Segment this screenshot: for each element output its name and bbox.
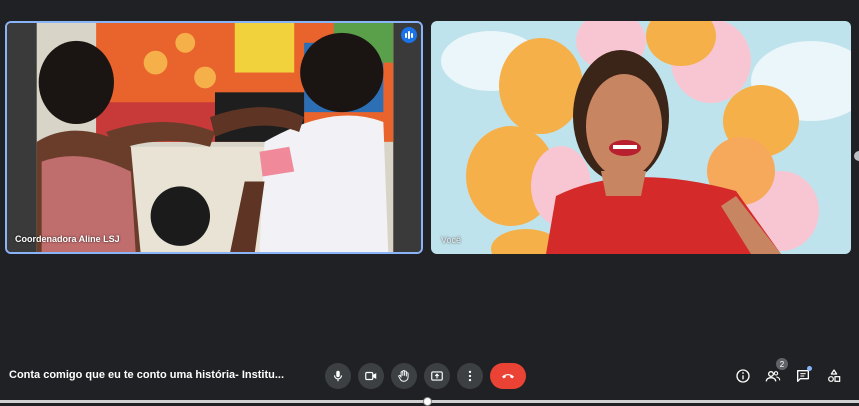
participant-tile-self[interactable]: Você: [431, 21, 851, 254]
present-screen-icon: [431, 371, 443, 381]
participant-name-label: Coordenadora Aline LSJ: [15, 234, 120, 244]
participant-name-label: Você: [441, 235, 462, 245]
people-icon: [765, 371, 781, 382]
people-count-badge: 2: [776, 358, 788, 370]
info-icon: [736, 369, 750, 383]
participant-video-coordenadora: [7, 23, 421, 252]
end-call-button[interactable]: [490, 363, 526, 389]
activities-icon: [828, 369, 841, 382]
raise-hand-icon: [398, 369, 409, 382]
camera-button[interactable]: [358, 363, 384, 389]
more-options-icon: [468, 370, 472, 382]
participant-video-self: [431, 21, 851, 254]
bottom-control-bar: Conta comigo que eu te conto uma históri…: [0, 352, 859, 400]
meeting-title: Conta comigo que eu te conto uma históri…: [9, 369, 285, 381]
side-panel-handle[interactable]: [854, 151, 859, 161]
more-options-button[interactable]: [457, 363, 483, 389]
raise-hand-button[interactable]: [391, 363, 417, 389]
chat-unread-dot: [807, 366, 812, 371]
present-button[interactable]: [424, 363, 450, 389]
end-call-icon: [502, 374, 514, 379]
speaking-indicator-icon: [401, 27, 417, 43]
people-button[interactable]: 2: [762, 358, 788, 387]
chat-button[interactable]: [792, 365, 814, 387]
microphone-icon: [333, 370, 343, 382]
meeting-info-button[interactable]: [732, 365, 754, 387]
scrollbar-thumb[interactable]: [423, 397, 432, 406]
activities-button[interactable]: [823, 365, 845, 387]
participant-tile-coordenadora[interactable]: Coordenadora Aline LSJ: [5, 21, 423, 254]
video-camera-icon: [365, 371, 377, 381]
microphone-button[interactable]: [325, 363, 351, 389]
